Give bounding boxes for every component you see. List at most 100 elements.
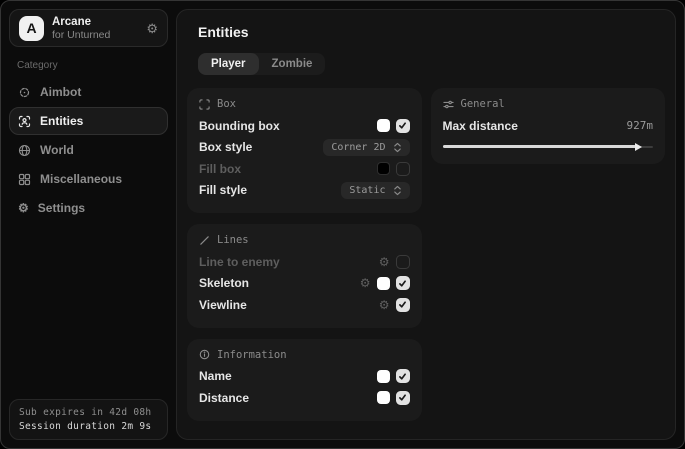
- setting-label: Fill box: [199, 162, 241, 176]
- box-style-dropdown[interactable]: Corner 2D: [323, 139, 409, 156]
- arcane-window: A Arcane for Unturned ⚙ Category Aimbot: [0, 0, 685, 449]
- brand-card: A Arcane for Unturned ⚙: [9, 9, 168, 47]
- color-swatch[interactable]: [377, 162, 390, 175]
- panels-area: Box Bounding box Box style: [187, 88, 665, 421]
- line-to-enemy-checkbox[interactable]: [396, 255, 410, 269]
- sidebar-item-label: Settings: [38, 201, 85, 215]
- panel-title-text: Lines: [217, 234, 249, 246]
- sidebar-item-aimbot[interactable]: Aimbot: [9, 78, 168, 106]
- dropdown-value: Static: [349, 185, 385, 196]
- information-panel: Information Name Distance: [187, 339, 422, 421]
- sidebar-item-miscellaneous[interactable]: Miscellaneous: [9, 165, 168, 193]
- general-panel: General Max distance 927m: [431, 88, 666, 164]
- category-nav: Aimbot Entities World: [9, 78, 168, 222]
- brand-logo: A: [19, 16, 44, 41]
- panel-title-text: Information: [217, 349, 287, 361]
- color-swatch[interactable]: [377, 391, 390, 404]
- setting-label: Line to enemy: [199, 255, 280, 269]
- chevron-up-down-icon: [393, 142, 402, 153]
- viewline-checkbox[interactable]: [396, 298, 410, 312]
- panel-title-text: Box: [217, 98, 236, 110]
- setting-label: Distance: [199, 391, 249, 405]
- category-label: Category: [17, 60, 168, 71]
- color-swatch[interactable]: [377, 370, 390, 383]
- grid-icon: [18, 173, 31, 186]
- max-distance-slider[interactable]: [443, 142, 654, 152]
- lines-panel: Lines Line to enemy ⚙ Skeleton: [187, 224, 422, 328]
- fill-box-checkbox[interactable]: [396, 162, 410, 176]
- distance-checkbox[interactable]: [396, 391, 410, 405]
- information-panel-header: Information: [199, 349, 410, 361]
- crosshair-icon: [18, 86, 31, 99]
- setting-row-line-to-enemy: Line to enemy ⚙: [199, 251, 410, 273]
- setting-row-name: Name: [199, 366, 410, 388]
- row-settings-gear-icon[interactable]: ⚙: [379, 256, 390, 268]
- sidebar: A Arcane for Unturned ⚙ Category Aimbot: [1, 1, 176, 448]
- session-duration-text: Session duration 2m 9s: [19, 421, 158, 432]
- sub-expiry-text: Sub expires in 42d 08h: [19, 407, 158, 418]
- general-panel-header: General: [443, 98, 654, 110]
- check-icon: [398, 300, 407, 309]
- sidebar-item-settings[interactable]: ⚙ Settings: [9, 194, 168, 222]
- lines-panel-header: Lines: [199, 234, 410, 246]
- fill-style-dropdown[interactable]: Static: [341, 182, 409, 199]
- subscription-card: Sub expires in 42d 08h Session duration …: [9, 399, 168, 440]
- sidebar-item-label: World: [40, 143, 74, 157]
- setting-row-box-style: Box style Corner 2D: [199, 137, 410, 159]
- brand-name: Arcane: [52, 16, 110, 29]
- slider-fill-and-thumb[interactable]: [443, 145, 637, 148]
- setting-label: Fill style: [199, 183, 247, 197]
- main-panel: Entities Player Zombie Box Boun: [176, 9, 676, 440]
- color-swatch[interactable]: [377, 277, 390, 290]
- setting-row-viewline: Viewline ⚙: [199, 294, 410, 316]
- sidebar-item-entities[interactable]: Entities: [9, 107, 168, 135]
- diagonal-line-icon: [199, 235, 210, 246]
- setting-label: Viewline: [199, 298, 247, 312]
- setting-row-bounding-box: Bounding box: [199, 115, 410, 137]
- sidebar-item-label: Aimbot: [40, 85, 81, 99]
- brand-text: Arcane for Unturned: [52, 16, 110, 41]
- setting-label: Max distance: [443, 119, 518, 133]
- tab-player[interactable]: Player: [198, 53, 259, 75]
- panel-title-text: General: [461, 98, 505, 110]
- page-title: Entities: [198, 24, 665, 40]
- setting-row-max-distance: Max distance 927m: [443, 115, 654, 137]
- setting-row-distance: Distance: [199, 387, 410, 409]
- row-settings-gear-icon[interactable]: ⚙: [379, 299, 390, 311]
- check-icon: [398, 393, 407, 402]
- name-checkbox[interactable]: [396, 369, 410, 383]
- left-column: Box Bounding box Box style: [187, 88, 422, 421]
- info-icon: [199, 349, 210, 360]
- brand-settings-icon[interactable]: ⚙: [146, 22, 158, 35]
- dropdown-value: Corner 2D: [331, 142, 385, 153]
- box-panel-header: Box: [199, 98, 410, 110]
- sliders-icon: [443, 99, 454, 110]
- check-icon: [398, 121, 407, 130]
- setting-label: Skeleton: [199, 276, 249, 290]
- right-column: General Max distance 927m: [431, 88, 666, 164]
- setting-label: Name: [199, 369, 232, 383]
- setting-row-fill-style: Fill style Static: [199, 180, 410, 202]
- tab-zombie[interactable]: Zombie: [259, 53, 326, 75]
- chevron-up-down-icon: [393, 185, 402, 196]
- setting-row-skeleton: Skeleton ⚙: [199, 273, 410, 295]
- check-icon: [398, 279, 407, 288]
- gear-icon: ⚙: [18, 202, 29, 214]
- max-distance-value: 927m: [627, 119, 654, 132]
- setting-label: Box style: [199, 140, 252, 154]
- skeleton-checkbox[interactable]: [396, 276, 410, 290]
- color-swatch[interactable]: [377, 119, 390, 132]
- check-icon: [398, 372, 407, 381]
- scan-person-icon: [18, 115, 31, 128]
- row-settings-gear-icon[interactable]: ⚙: [360, 277, 371, 289]
- brand-subtitle: for Unturned: [52, 29, 110, 41]
- setting-row-fill-box: Fill box: [199, 158, 410, 180]
- setting-label: Bounding box: [199, 119, 280, 133]
- sidebar-item-world[interactable]: World: [9, 136, 168, 164]
- scan-frame-icon: [199, 99, 210, 110]
- sidebar-item-label: Miscellaneous: [40, 172, 122, 186]
- sidebar-item-label: Entities: [40, 114, 83, 128]
- globe-icon: [18, 144, 31, 157]
- entity-tabs: Player Zombie: [198, 53, 325, 75]
- bounding-box-checkbox[interactable]: [396, 119, 410, 133]
